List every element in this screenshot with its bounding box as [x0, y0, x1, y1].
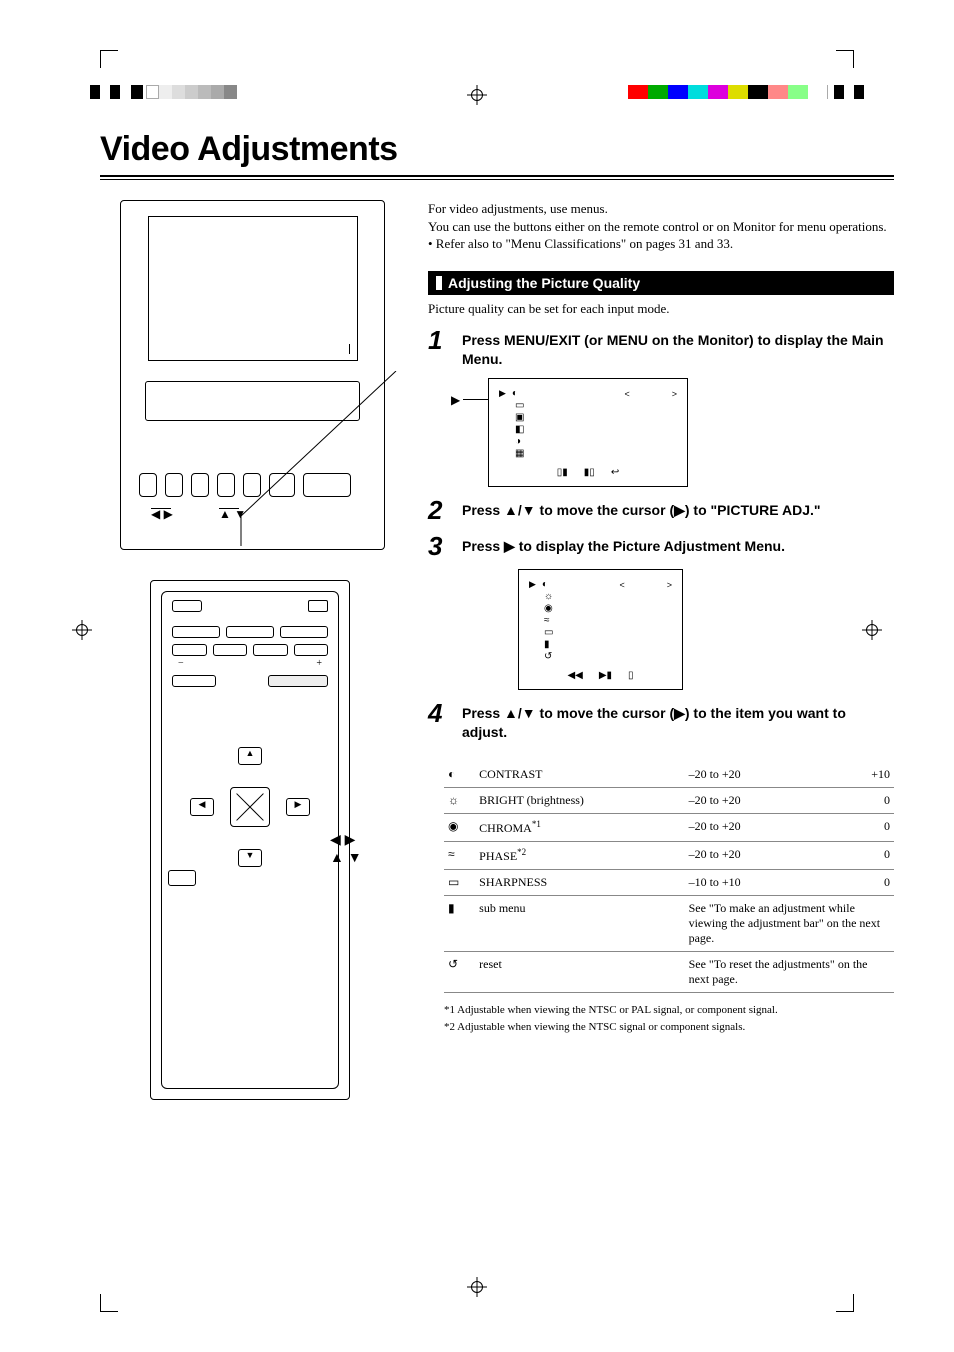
menu-footer-icon: ▮▯ [584, 467, 595, 478]
cursor-icon: ▶ [451, 393, 460, 407]
registration-mark-top-right [628, 85, 864, 99]
step-text-4: Press ▲/▼ to move the cursor (▶) to the … [462, 700, 894, 742]
remote-illustration: −+ ▲ ▼ ◀ ▶ [150, 580, 350, 1100]
registration-mark-top-left [90, 85, 237, 99]
step-text-2: Press ▲/▼ to move the cursor (▶) to "PIC… [462, 497, 821, 520]
step-number-1: 1 [428, 327, 452, 353]
parameters-table: ◐ CONTRAST –20 to +20 +10 ☼ BRIGHT (brig… [444, 762, 894, 993]
remote-arrows-ud: ▲ ▼ [330, 848, 362, 866]
step-text-1: Press MENU/EXIT (or MENU on the Monitor)… [462, 327, 894, 369]
menu-footer-icon: ↩ [611, 467, 619, 478]
intro-line-1: For video adjustments, use menus. [428, 200, 894, 218]
crosshair-top [467, 85, 487, 105]
section-subtext: Picture quality can be set for each inpu… [428, 301, 894, 317]
table-row: ◐ CONTRAST –20 to +20 +10 [444, 762, 894, 788]
param-icon: ◐ [444, 762, 475, 788]
param-label: CONTRAST [475, 762, 684, 788]
intro-line-2: You can use the buttons either on the re… [428, 218, 894, 236]
crosshair-right [862, 620, 882, 640]
crosshair-bottom [467, 1277, 487, 1297]
table-row: ☼ BRIGHT (brightness) –20 to +20 0 [444, 788, 894, 814]
param-range: –20 to +20 [685, 762, 830, 788]
step-number-2: 2 [428, 497, 452, 523]
title-rule-thin [100, 179, 894, 180]
param-initial: +10 [830, 762, 894, 788]
table-row: ◉ CHROMA*1 –20 to +20 0 [444, 814, 894, 842]
crop-mark-tl [100, 50, 118, 68]
section-heading: Adjusting the Picture Quality [428, 271, 894, 295]
intro-text: For video adjustments, use menus. You ca… [428, 200, 894, 253]
table-row: ▮ sub menu See "To make an adjustment wh… [444, 896, 894, 952]
step-number-4: 4 [428, 700, 452, 726]
table-row: ▭ SHARPNESS –10 to +10 0 [444, 870, 894, 896]
crop-mark-bl [100, 1294, 118, 1312]
crop-mark-tr [836, 50, 854, 68]
footnote-1: *1 Adjustable when viewing the NTSC or P… [444, 1003, 894, 1017]
page-title: Video Adjustments [100, 130, 894, 169]
menu-footer-icon: ▯▮ [557, 467, 568, 478]
crosshair-left [72, 620, 92, 640]
remote-arrows-lr: ◀ ▶ [330, 830, 362, 848]
main-menu-illustration: ▶ ▶◐<> ▭ ▣ ◧ ◑ ▦ ▯▮▮▯↩ [488, 378, 688, 487]
monitor-arrows-ud: ▲ ▼ [219, 507, 246, 521]
intro-line-3: • Refer also to "Menu Classifications" o… [428, 235, 894, 253]
table-row: ↺ reset See "To reset the adjustments" o… [444, 952, 894, 993]
table-row: ≈ PHASE*2 –20 to +20 0 [444, 842, 894, 870]
step-number-3: 3 [428, 533, 452, 559]
monitor-arrows-lr: ◀ ▶ [151, 507, 173, 521]
footnote-2: *2 Adjustable when viewing the NTSC sign… [444, 1020, 894, 1034]
monitor-illustration: ◀ ▶ ▲ ▼ [120, 200, 385, 550]
title-rule-thick [100, 175, 894, 177]
crop-mark-br [836, 1294, 854, 1312]
step-text-3: Press ▶ to display the Picture Adjustmen… [462, 533, 785, 556]
picture-adj-menu-illustration: ▶◐<> ☼ ◉ ≈ ▭ ▮ ↺ ◀◀▶▮▯ [518, 569, 683, 690]
